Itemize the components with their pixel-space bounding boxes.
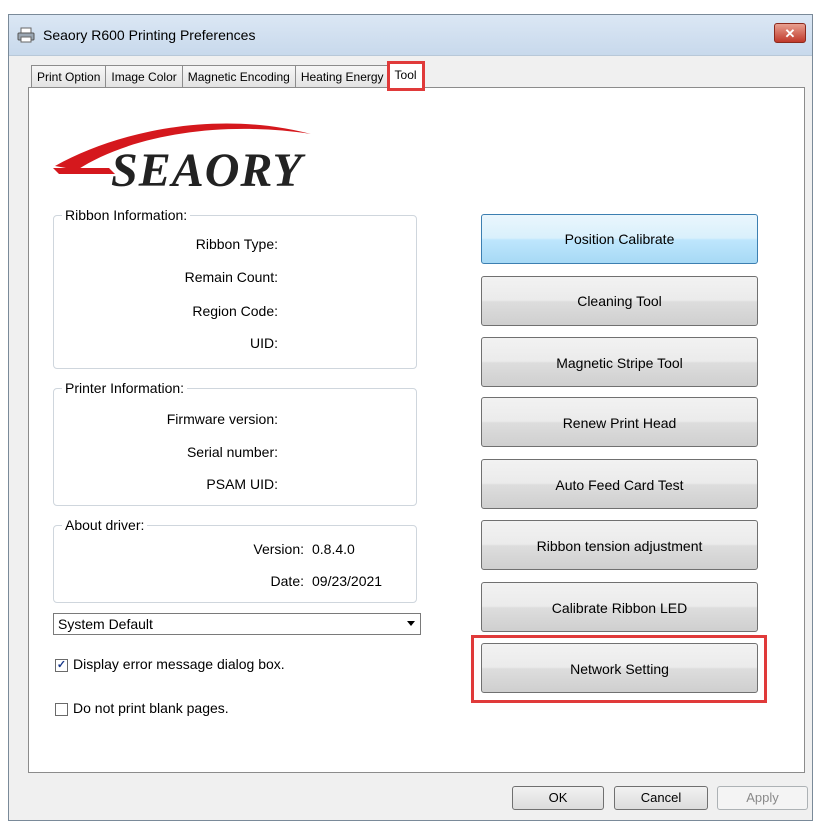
printing-preferences-window: Seaory R600 Printing Preferences ✕ Print… bbox=[8, 14, 813, 821]
about-driver-title: About driver: bbox=[62, 517, 148, 533]
ribbon-information-group: Ribbon Information: Ribbon Type: Remain … bbox=[53, 207, 417, 369]
tool-panel: SEAORY Ribbon Information: Ribbon Type: … bbox=[28, 87, 805, 773]
language-select[interactable]: System Default bbox=[53, 613, 421, 635]
title-bar: Seaory R600 Printing Preferences ✕ bbox=[9, 15, 812, 56]
psam-uid-label: PSAM UID: bbox=[206, 476, 278, 492]
magnetic-stripe-tool-label: Magnetic Stripe Tool bbox=[556, 355, 683, 371]
tab-print-option[interactable]: Print Option bbox=[31, 65, 107, 87]
version-value: 0.8.4.0 bbox=[312, 541, 355, 557]
calibrate-ribbon-led-label: Calibrate Ribbon LED bbox=[551, 600, 688, 616]
date-label: Date: bbox=[270, 573, 304, 589]
logo-text: SEAORY bbox=[111, 144, 306, 190]
tab-tool[interactable]: Tool bbox=[386, 61, 425, 91]
printer-information-title: Printer Information: bbox=[62, 380, 188, 396]
apply-button[interactable]: Apply bbox=[717, 786, 808, 810]
date-value: 09/23/2021 bbox=[312, 573, 383, 589]
firmware-version-label: Firmware version: bbox=[166, 411, 278, 427]
region-code-label: Region Code: bbox=[192, 303, 278, 319]
tab-image-color[interactable]: Image Color bbox=[105, 65, 183, 87]
tab-strip: Print Option Image Color Magnetic Encodi… bbox=[31, 61, 425, 91]
tab-magnetic-encoding[interactable]: Magnetic Encoding bbox=[181, 65, 296, 87]
language-select-value: System Default bbox=[58, 616, 153, 632]
renew-print-head-button[interactable]: Renew Print Head bbox=[481, 397, 758, 447]
cancel-button[interactable]: Cancel bbox=[614, 786, 708, 810]
chevron-down-icon bbox=[407, 621, 415, 626]
serial-number-label: Serial number: bbox=[186, 444, 278, 460]
display-error-checkbox[interactable]: ✓ bbox=[55, 659, 68, 672]
renew-print-head-label: Renew Print Head bbox=[562, 415, 677, 431]
printer-information-group: Printer Information: Firmware version: S… bbox=[53, 380, 417, 506]
auto-feed-card-test-button[interactable]: Auto Feed Card Test bbox=[481, 459, 758, 509]
position-calibrate-label: Position Calibrate bbox=[564, 231, 675, 247]
ribbon-type-label: Ribbon Type: bbox=[195, 236, 278, 252]
calibrate-ribbon-led-button[interactable]: Calibrate Ribbon LED bbox=[481, 582, 758, 632]
display-error-label: Display error message dialog box. bbox=[73, 656, 285, 672]
about-driver-group: About driver: Version: 0.8.4.0 Date: 09/… bbox=[53, 517, 417, 603]
magnetic-stripe-tool-button[interactable]: Magnetic Stripe Tool bbox=[481, 337, 758, 387]
uid-label: UID: bbox=[250, 335, 278, 351]
ribbon-tension-adjustment-button[interactable]: Ribbon tension adjustment bbox=[481, 520, 758, 570]
close-button[interactable]: ✕ bbox=[774, 23, 806, 43]
ok-button[interactable]: OK bbox=[512, 786, 604, 810]
ribbon-tension-adjustment-label: Ribbon tension adjustment bbox=[536, 538, 703, 554]
tab-heating-energy[interactable]: Heating Energy bbox=[294, 65, 390, 87]
seaory-logo: SEAORY bbox=[53, 123, 311, 190]
version-label: Version: bbox=[253, 541, 304, 557]
cleaning-tool-label: Cleaning Tool bbox=[577, 293, 662, 309]
printer-icon bbox=[17, 27, 35, 43]
ribbon-information-title: Ribbon Information: bbox=[62, 207, 191, 223]
remain-count-label: Remain Count: bbox=[184, 269, 278, 285]
window-title: Seaory R600 Printing Preferences bbox=[43, 27, 256, 43]
auto-feed-card-test-label: Auto Feed Card Test bbox=[555, 477, 684, 493]
no-blank-pages-checkbox[interactable] bbox=[55, 703, 68, 716]
network-setting-highlight bbox=[471, 635, 767, 703]
no-blank-pages-label: Do not print blank pages. bbox=[73, 700, 229, 716]
cleaning-tool-button[interactable]: Cleaning Tool bbox=[481, 276, 758, 326]
position-calibrate-button[interactable]: Position Calibrate bbox=[481, 214, 758, 264]
